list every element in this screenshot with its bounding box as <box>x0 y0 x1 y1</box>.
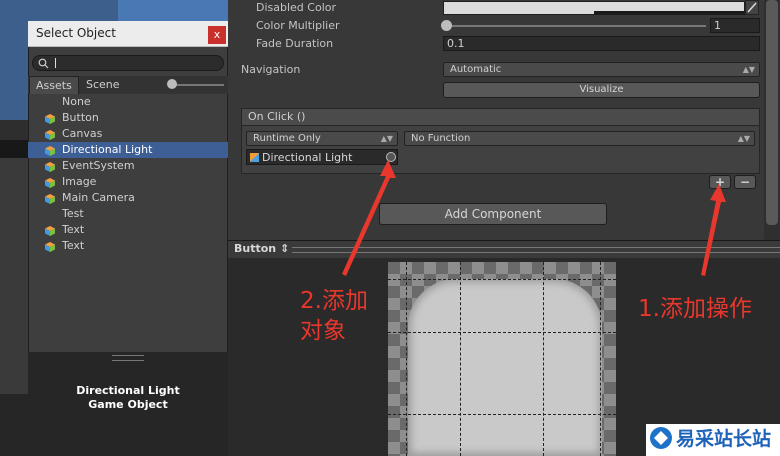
annotation-step1: 1.添加操作 <box>638 296 752 322</box>
annotation-step2-line2: 对象 <box>300 318 346 344</box>
annotation-step2-line1: 2.添加 <box>300 288 368 314</box>
arrow-to-add-button <box>701 184 726 276</box>
annotation-arrows <box>342 160 726 276</box>
arrow-to-object-picker <box>342 160 396 276</box>
annotation-step2: 2.添加 对象 <box>300 286 368 346</box>
watermark-text: 易采站长站 <box>676 428 772 450</box>
watermark-logo-icon <box>650 427 672 449</box>
